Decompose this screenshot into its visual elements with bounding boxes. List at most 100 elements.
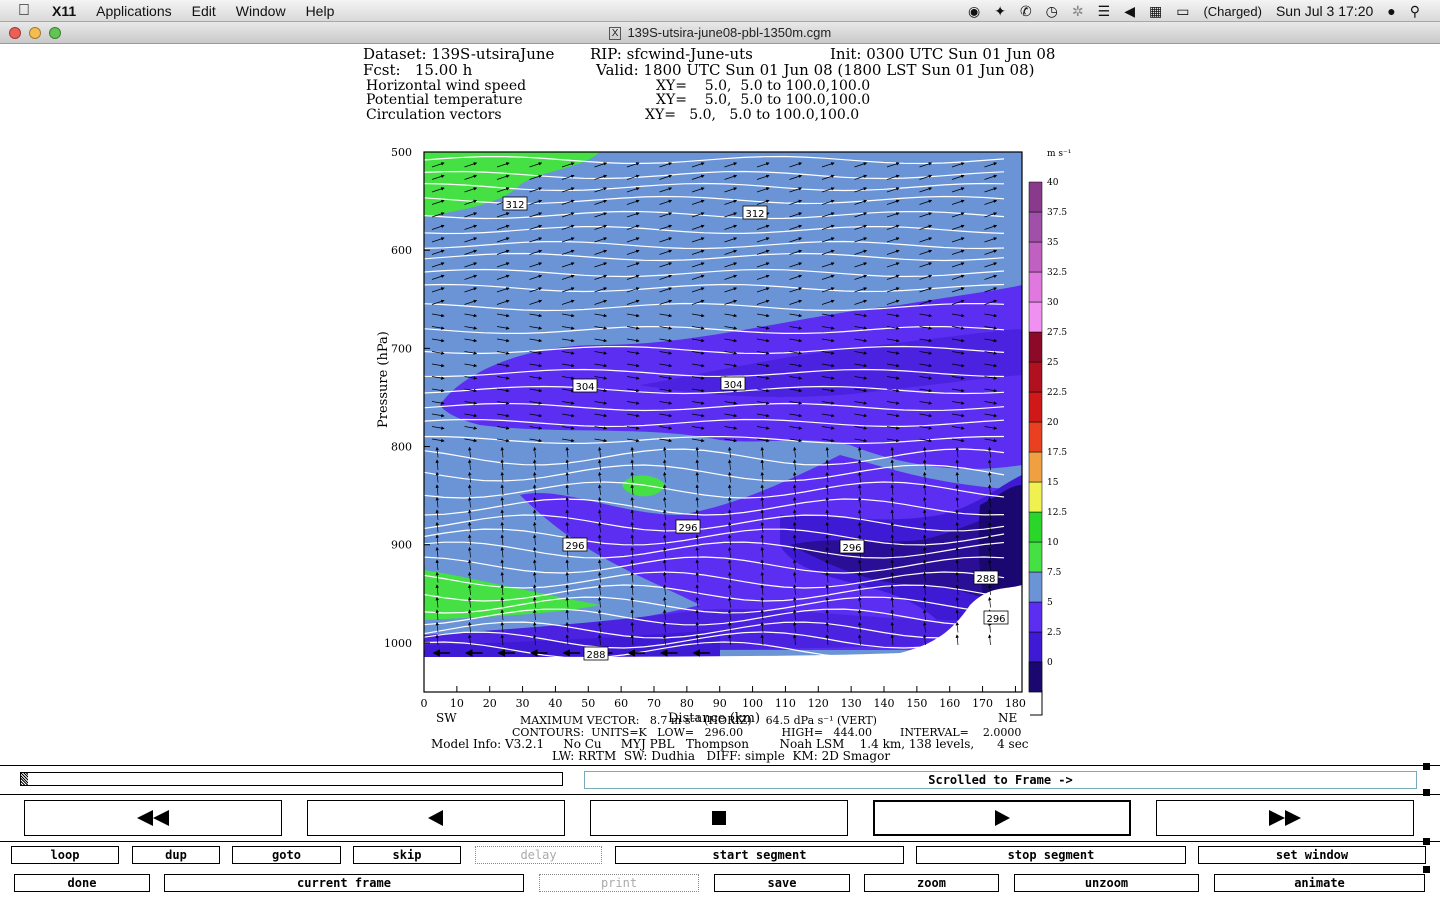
battery-icon[interactable]: ▭	[1176, 3, 1189, 20]
x-tick-label: 90	[713, 697, 727, 710]
minimize-window-button[interactable]	[29, 27, 41, 39]
status-icon[interactable]: ◉	[968, 3, 980, 20]
app-menu[interactable]: X11	[52, 3, 76, 19]
stop-segment-button[interactable]: stop segment	[916, 846, 1186, 864]
x-tick-label: 130	[841, 697, 862, 710]
x-tick-label: 80	[680, 697, 694, 710]
x-tick-label: 60	[614, 697, 628, 710]
contour-label: 312	[745, 209, 764, 220]
volume-icon[interactable]: ◀	[1124, 3, 1135, 20]
contour-label: 304	[723, 380, 742, 391]
colorbar-swatch	[1028, 511, 1043, 543]
y-tick-label: 900	[391, 539, 412, 552]
fast-forward-icon	[1269, 810, 1301, 826]
contour-label: 288	[586, 650, 605, 661]
start-segment-button[interactable]: start segment	[615, 846, 904, 864]
menu-bar:  X11 Applications Edit Window Help ◉ ✦ …	[0, 0, 1440, 22]
x-tick-label: 160	[939, 697, 960, 710]
user-icon[interactable]: ●	[1387, 3, 1395, 19]
set-window-button[interactable]: set window	[1198, 846, 1426, 864]
resize-handle[interactable]	[1423, 763, 1430, 770]
cross-section-plot: 312 312 304 304 296 296 296 288 296 288 0 10 20 30 40…	[376, 146, 1071, 726]
menu-applications[interactable]: Applications	[96, 3, 172, 19]
zoom-window-button[interactable]	[49, 27, 61, 39]
contour-label: 296	[986, 614, 1005, 625]
fast-backward-icon	[137, 810, 169, 826]
colorbar-label: 20	[1047, 418, 1059, 428]
colorbar-label: 7.5	[1047, 568, 1062, 578]
colorbar-swatch	[1028, 421, 1043, 453]
colorbar: 0 2.5 5 7.5 10 12.5 15 17.5 20 22.5 25 27.5 30 32.5 35…	[1028, 149, 1071, 716]
colorbar-label: 32.5	[1047, 268, 1067, 278]
stop-icon	[712, 811, 726, 825]
delay-button[interactable]: delay	[475, 846, 602, 864]
play-button[interactable]	[873, 800, 1131, 836]
loop-button[interactable]: loop	[11, 846, 119, 864]
plot-canvas: Dataset: 139S-utsiraJune RIP: sfcwind-Ju…	[0, 45, 1440, 765]
x-tick-label: 40	[548, 697, 562, 710]
spotlight-icon[interactable]: ⚲	[1410, 3, 1420, 20]
colorbar-swatch	[1028, 271, 1043, 303]
x-tick-label: 140	[874, 697, 895, 710]
goto-button[interactable]: goto	[232, 846, 341, 864]
sw-label: SW	[436, 711, 457, 725]
x-tick-label: 180	[1005, 697, 1026, 710]
close-window-button[interactable]	[9, 27, 21, 39]
colorbar-swatch	[1028, 331, 1043, 363]
rewind-fast-button[interactable]	[24, 800, 282, 836]
time-machine-icon[interactable]: ◷	[1046, 3, 1058, 20]
play-icon	[995, 810, 1010, 826]
status-field: Scrolled to Frame ->	[584, 771, 1417, 789]
step-back-button[interactable]	[307, 800, 565, 836]
animate-button[interactable]: animate	[1214, 874, 1425, 892]
wifi-icon[interactable]: ☰	[1098, 3, 1111, 20]
resize-handle[interactable]	[1423, 866, 1430, 873]
colorbar-label: 10	[1047, 538, 1059, 548]
skip-button[interactable]: skip	[353, 846, 461, 864]
x-tick-label: 30	[516, 697, 530, 710]
x11-icon: X	[608, 27, 622, 40]
colorbar-label: 25	[1047, 358, 1059, 368]
unzoom-button[interactable]: unzoom	[1014, 874, 1199, 892]
colorbar-swatch	[1028, 631, 1043, 663]
phone-icon[interactable]: ✆	[1020, 3, 1032, 20]
colorbar-swatch	[1028, 211, 1043, 243]
scrollbar-thumb[interactable]	[21, 773, 28, 785]
forward-fast-button[interactable]	[1156, 800, 1414, 836]
save-button[interactable]: save	[714, 874, 850, 892]
bluetooth-icon[interactable]: ✲	[1072, 3, 1084, 20]
colorbar-label: 37.5	[1047, 208, 1067, 218]
print-button[interactable]: print	[539, 874, 699, 892]
x-tick-label: 70	[647, 697, 661, 710]
x-tick-label: 120	[808, 697, 829, 710]
colorbar-swatch	[1028, 391, 1043, 423]
current-frame-button[interactable]: current frame	[164, 874, 524, 892]
step-backward-icon	[428, 810, 443, 826]
battery-status[interactable]: (Charged)	[1203, 4, 1262, 19]
frame-scrollbar[interactable]	[20, 772, 563, 786]
calendar-icon[interactable]: ▦	[1149, 3, 1162, 20]
menu-edit[interactable]: Edit	[192, 3, 216, 19]
dup-button[interactable]: dup	[132, 846, 220, 864]
x-tick-label: 20	[483, 697, 497, 710]
menu-window[interactable]: Window	[236, 3, 286, 19]
colorbar-label: 15	[1047, 478, 1059, 488]
y-tick-label: 800	[391, 441, 412, 454]
x-tick-label: 50	[581, 697, 595, 710]
colorbar-label: 2.5	[1047, 628, 1062, 638]
colorbar-swatch	[1028, 481, 1043, 513]
apple-icon[interactable]: 	[18, 2, 40, 20]
x-tick-label: 10	[450, 697, 464, 710]
zoom-button[interactable]: zoom	[864, 874, 999, 892]
contour-label: 312	[505, 200, 524, 211]
colorbar-swatch	[1028, 451, 1043, 483]
satellite-icon[interactable]: ✦	[994, 3, 1006, 20]
stop-button[interactable]	[590, 800, 848, 836]
window-titlebar[interactable]: X 139S-utsira-june08-pbl-1350m.cgm	[0, 22, 1440, 44]
clock[interactable]: Sun Jul 3 17:20	[1276, 3, 1373, 19]
done-button[interactable]: done	[14, 874, 150, 892]
x-tick-label: 100	[742, 697, 763, 710]
contour-label: 288	[976, 574, 995, 585]
colorbar-label: 30	[1047, 298, 1059, 308]
menu-help[interactable]: Help	[306, 3, 335, 19]
